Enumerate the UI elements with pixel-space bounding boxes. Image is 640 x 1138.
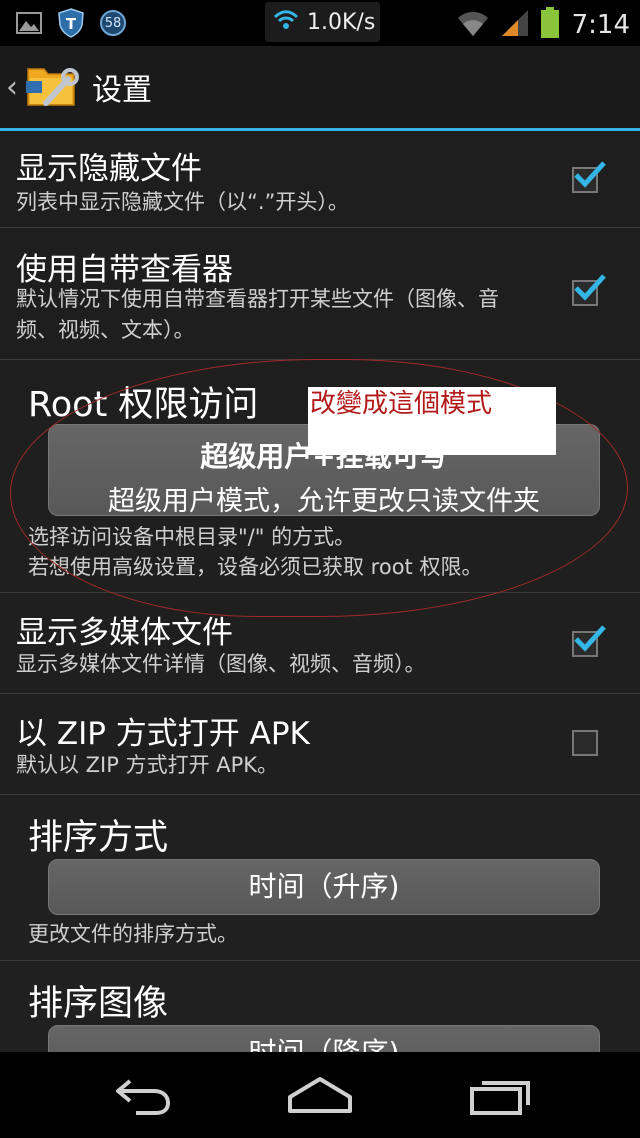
- wifi-icon: [273, 7, 299, 37]
- svg-text:T: T: [66, 15, 77, 33]
- pref-sort-images[interactable]: 排序图像 时间（降序): [0, 961, 640, 1052]
- open-apk-zip-checkbox[interactable]: [572, 730, 598, 756]
- sort-images-value: 时间（降序): [249, 1036, 400, 1052]
- pref-title: 以 ZIP 方式打开 APK: [16, 716, 310, 752]
- pref-summary: 默认情况下使用自带查看器打开某些文件（图像、音频、视频、文本）。: [16, 287, 499, 342]
- pref-title: 显示多媒体文件: [16, 615, 233, 651]
- pref-show-media[interactable]: 显示多媒体文件 显示多媒体文件详情（图像、视频、音频）。: [0, 593, 640, 694]
- settings-list[interactable]: 显示隐藏文件 列表中显示隐藏文件（以“.”开头）。 使用自带查看器 默认情况下使…: [0, 131, 640, 1052]
- shield-icon: T: [56, 8, 86, 38]
- image-icon: [14, 8, 44, 38]
- checkmark-icon: [574, 161, 606, 188]
- pref-summary: 显示多媒体文件详情（图像、视频、音频）。: [16, 652, 426, 676]
- pref-title: Root 权限访问: [28, 385, 259, 425]
- sort-images-spinner[interactable]: 时间（降序): [48, 1025, 600, 1052]
- builtin-viewer-checkbox[interactable]: [572, 274, 606, 306]
- home-button[interactable]: [280, 1070, 360, 1120]
- action-bar: ‹ 设置: [0, 46, 640, 128]
- back-arrow-icon: [116, 1079, 171, 1115]
- root-mode-description: 超级用户模式，允许更改只读文件夹: [108, 486, 540, 517]
- checkmark-icon: [574, 625, 606, 652]
- show-hidden-checkbox[interactable]: [572, 161, 606, 193]
- sort-mode-spinner[interactable]: 时间（升序): [48, 859, 600, 915]
- checkmark-icon: [574, 274, 606, 301]
- cell-signal-icon: [500, 8, 530, 42]
- back-button[interactable]: [102, 1070, 182, 1120]
- pref-open-apk-zip[interactable]: 以 ZIP 方式打开 APK 默认以 ZIP 方式打开 APK。: [0, 694, 640, 795]
- page-title: 设置: [92, 73, 152, 108]
- pref-show-hidden-files[interactable]: 显示隐藏文件 列表中显示隐藏文件（以“.”开头）。: [0, 131, 640, 228]
- wifi-signal-icon: [456, 6, 490, 44]
- recent-apps-button[interactable]: [460, 1070, 540, 1120]
- notification-badge: 58: [104, 15, 122, 31]
- net-speed-indicator: 1.0K/s: [265, 2, 380, 42]
- pref-title: 显示隐藏文件: [16, 151, 202, 187]
- pref-builtin-viewer[interactable]: 使用自带查看器 默认情况下使用自带查看器打开某些文件（图像、音频、视频、文本）。: [0, 228, 640, 360]
- app-folder-wrench-icon[interactable]: [24, 59, 80, 115]
- pref-summary: 默认以 ZIP 方式打开 APK。: [16, 753, 279, 777]
- battery-icon: [540, 7, 560, 43]
- recent-apps-icon: [470, 1081, 530, 1115]
- back-chevron-icon[interactable]: ‹: [6, 70, 20, 105]
- clock: 7:14: [571, 10, 630, 40]
- annotation-text: 改變成這個模式: [310, 389, 493, 419]
- pref-summary: 列表中显示隐藏文件（以“.”开头）。: [16, 190, 349, 214]
- net-speed-text: 1.0K/s: [307, 9, 376, 35]
- pref-title: 排序方式: [28, 818, 169, 858]
- pref-sort-mode[interactable]: 排序方式 时间（升序) 更改文件的排序方式。: [0, 795, 640, 961]
- badge-icon: 58: [98, 8, 128, 38]
- pref-summary: 更改文件的排序方式。: [28, 922, 238, 946]
- sort-mode-value: 时间（升序): [248, 870, 400, 903]
- pref-summary: 选择访问设备中根目录"/" 的方式。: [28, 525, 356, 549]
- navigation-bar: [0, 1052, 640, 1138]
- pref-title: 排序图像: [28, 984, 169, 1024]
- show-media-checkbox[interactable]: [572, 625, 606, 657]
- pref-summary-2: 若想使用高级设置，设备必须已获取 root 权限。: [28, 555, 483, 579]
- pref-title: 使用自带查看器: [16, 252, 233, 288]
- status-bar: T 58 1.0K/s 7:14: [0, 0, 640, 46]
- home-icon: [288, 1077, 352, 1113]
